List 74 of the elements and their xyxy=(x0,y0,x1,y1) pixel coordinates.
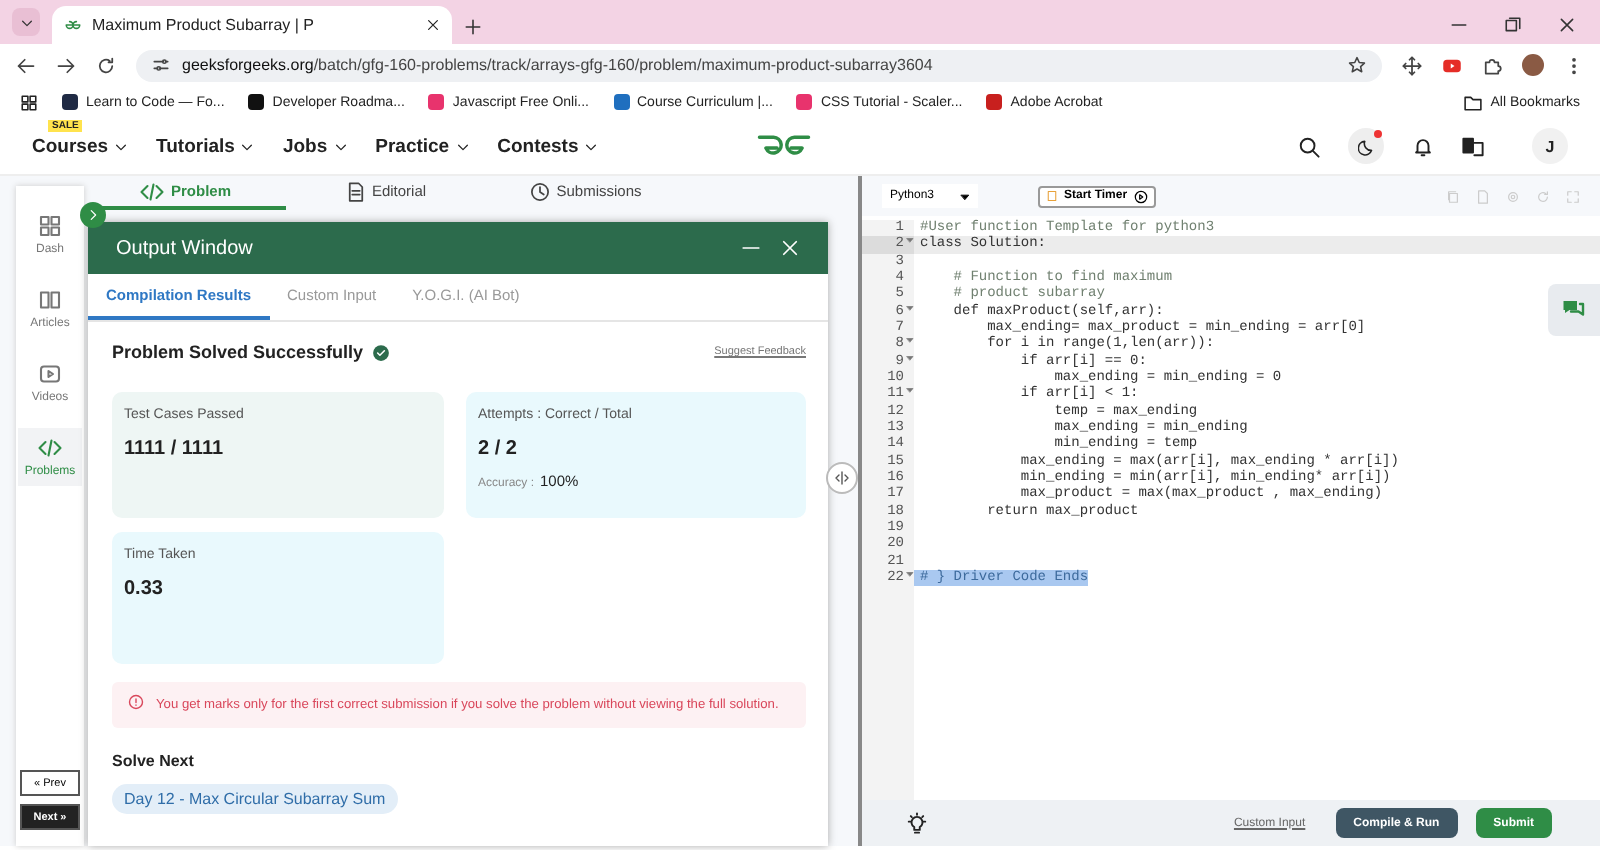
window-title: Output Window xyxy=(116,237,253,259)
tab-title: Maximum Product Subarray | P xyxy=(92,16,317,34)
stat-value: 0.33 xyxy=(124,578,165,600)
user-avatar[interactable]: J xyxy=(1532,128,1568,164)
fold-icon xyxy=(906,386,914,395)
code-icon xyxy=(38,436,62,460)
book-icon xyxy=(38,288,62,312)
url-text: geeksforgeeks.org/batch/gfg-160-problems/track/arrays-gfg-160/problem/maximum-product-subarray3604 xyxy=(182,56,933,74)
fullscreen-icon xyxy=(1566,189,1580,203)
moon-icon xyxy=(1357,137,1375,155)
expand-button[interactable] xyxy=(80,202,106,228)
caret-icon xyxy=(960,191,970,201)
translate-icon xyxy=(1462,135,1484,157)
stat-value: 1111 / 1111 xyxy=(124,438,226,460)
document-icon xyxy=(345,181,366,201)
check-circle-icon xyxy=(371,343,390,361)
bulb-icon xyxy=(906,812,928,834)
info-icon xyxy=(128,694,144,710)
tab-list-button[interactable] xyxy=(12,8,40,36)
address-bar[interactable]: geeksforgeeks.org/batch/gfg-160-problems/track/arrays-gfg-160/problem/maximum-product-subarray3604 xyxy=(136,49,1382,81)
nav-menu-item[interactable]: Tutorials xyxy=(156,135,255,157)
status-heading: Problem Solved Successfully xyxy=(112,342,364,362)
split-icon xyxy=(834,470,850,486)
timer-icon xyxy=(1046,190,1058,202)
new-tab-icon xyxy=(464,18,482,36)
file-icon xyxy=(1476,189,1490,203)
restore-icon xyxy=(1504,16,1522,34)
chat-button[interactable] xyxy=(1548,284,1600,336)
close-icon xyxy=(780,238,800,258)
fold-icon xyxy=(906,569,914,578)
copy-icon xyxy=(1446,189,1460,203)
split-handle[interactable] xyxy=(826,462,858,494)
forward-icon xyxy=(56,55,76,75)
code-icon xyxy=(140,179,165,203)
folder-icon xyxy=(1464,93,1483,111)
video-icon xyxy=(38,362,62,386)
puzzle-icon xyxy=(1482,55,1502,75)
back-icon xyxy=(16,55,36,75)
move-icon xyxy=(1402,55,1422,75)
browser-tab[interactable]: Maximum Product Subarray | P xyxy=(52,6,452,44)
next-problem-chip[interactable]: Day 12 - Max Circular Subarray Sum xyxy=(112,784,398,814)
apps-grid-icon xyxy=(20,93,38,111)
search-icon xyxy=(1298,135,1320,157)
nav-menu-item[interactable]: Jobs xyxy=(282,135,348,157)
site-favicon xyxy=(64,16,82,34)
nav-menu-item[interactable]: Practice xyxy=(375,135,470,157)
caret-icon xyxy=(333,139,348,153)
clock-icon xyxy=(530,181,551,201)
caret-icon xyxy=(114,139,129,153)
play-icon xyxy=(1133,189,1148,203)
caret-icon xyxy=(455,139,470,153)
refresh-icon xyxy=(1536,189,1550,203)
stat-value: 2 / 2 xyxy=(478,438,519,460)
logo-icon xyxy=(752,132,816,160)
chat-icon xyxy=(1562,298,1586,322)
nav-menu-item[interactable]: Contests xyxy=(497,135,599,157)
settings-icon xyxy=(1506,189,1520,203)
minimize-icon xyxy=(742,246,760,250)
section-heading: Solve Next xyxy=(112,752,196,770)
fold-icon xyxy=(906,303,914,312)
caret-icon xyxy=(19,15,33,29)
caret-icon xyxy=(240,139,255,153)
video-extension-icon xyxy=(1442,55,1462,75)
site-info-icon xyxy=(152,56,170,74)
star-icon xyxy=(1348,56,1366,74)
caret-icon xyxy=(584,139,599,153)
chevron-icon xyxy=(86,208,100,222)
theme-toggle[interactable] xyxy=(1348,128,1384,164)
close-icon xyxy=(426,18,440,32)
close-icon xyxy=(1558,16,1576,34)
bell-icon xyxy=(1412,135,1434,157)
dashboard-icon xyxy=(38,214,62,238)
profile-avatar[interactable] xyxy=(1522,54,1544,76)
reload-icon xyxy=(96,55,116,75)
